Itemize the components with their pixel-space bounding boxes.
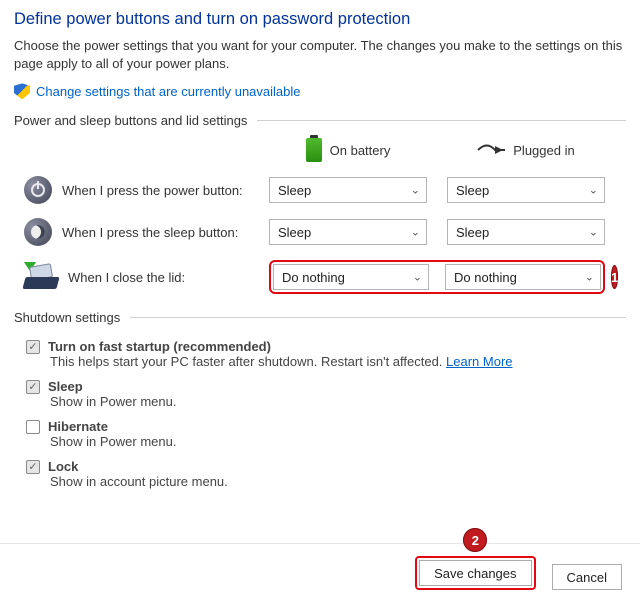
select-value: Sleep: [456, 183, 489, 198]
select-value: Do nothing: [454, 270, 517, 285]
chevron-down-icon: ⌄: [411, 184, 420, 197]
fast-startup-title: Turn on fast startup (recommended): [48, 339, 271, 354]
callout-2: 2: [463, 528, 487, 552]
close-lid-on-battery-select[interactable]: Do nothing ⌄: [273, 264, 429, 290]
change-settings-link-text: Change settings that are currently unava…: [36, 84, 301, 99]
plug-icon: [477, 143, 505, 157]
divider: [257, 120, 626, 121]
lock-desc: Show in account picture menu.: [50, 474, 626, 489]
chevron-down-icon: ⌄: [589, 226, 598, 239]
section-shutdown-header-label: Shutdown settings: [14, 310, 120, 325]
row-power-button-label: When I press the power button:: [14, 176, 269, 204]
option-lock: Lock Show in account picture menu.: [26, 459, 626, 489]
cancel-button[interactable]: Cancel: [552, 564, 622, 590]
row-close-lid-text: When I close the lid:: [68, 270, 185, 285]
lock-title: Lock: [48, 459, 78, 474]
power-button-icon: [24, 176, 52, 204]
fast-startup-desc: This helps start your PC faster after sh…: [50, 354, 626, 369]
column-on-battery-label: On battery: [330, 143, 391, 158]
chevron-down-icon: ⌄: [585, 271, 594, 284]
page-title: Define power buttons and turn on passwor…: [14, 10, 626, 29]
save-button[interactable]: Save changes: [419, 560, 531, 586]
lid-highlight-box: Do nothing ⌄ Do nothing ⌄: [269, 260, 605, 294]
sleep-button-on-battery-select[interactable]: Sleep ⌄: [269, 219, 427, 245]
section-power-header-label: Power and sleep buttons and lid settings: [14, 113, 247, 128]
shield-icon: [14, 83, 30, 99]
select-value: Sleep: [278, 183, 311, 198]
divider: [130, 317, 626, 318]
save-highlight-box: Save changes: [415, 556, 535, 590]
option-sleep: Sleep Show in Power menu.: [26, 379, 626, 409]
power-button-plugged-in-select[interactable]: Sleep ⌄: [447, 177, 605, 203]
row-sleep-button-text: When I press the sleep button:: [62, 225, 238, 240]
select-value: Sleep: [278, 225, 311, 240]
close-lid-icon: [24, 265, 58, 289]
chevron-down-icon: ⌄: [589, 184, 598, 197]
sleep-checkbox[interactable]: [26, 380, 40, 394]
sleep-title: Sleep: [48, 379, 83, 394]
select-value: Sleep: [456, 225, 489, 240]
lock-checkbox[interactable]: [26, 460, 40, 474]
callout-1: 1: [611, 265, 618, 289]
learn-more-link[interactable]: Learn More: [446, 354, 512, 369]
power-button-on-battery-select[interactable]: Sleep ⌄: [269, 177, 427, 203]
sleep-button-icon: [24, 218, 52, 246]
fast-startup-checkbox[interactable]: [26, 340, 40, 354]
sleep-desc: Show in Power menu.: [50, 394, 626, 409]
row-close-lid-label: When I close the lid:: [14, 265, 269, 289]
close-lid-plugged-in-select[interactable]: Do nothing ⌄: [445, 264, 601, 290]
change-settings-link[interactable]: Change settings that are currently unava…: [14, 83, 626, 99]
column-plugged-in-label: Plugged in: [513, 143, 574, 158]
chevron-down-icon: ⌄: [411, 226, 420, 239]
chevron-down-icon: ⌄: [413, 271, 422, 284]
row-power-button-text: When I press the power button:: [62, 183, 243, 198]
page-subtitle: Choose the power settings that you want …: [14, 37, 626, 73]
column-plugged-in: Plugged in: [447, 143, 605, 158]
section-power-header: Power and sleep buttons and lid settings: [14, 113, 626, 128]
hibernate-title: Hibernate: [48, 419, 108, 434]
hibernate-checkbox[interactable]: [26, 420, 40, 434]
select-value: Do nothing: [282, 270, 345, 285]
hibernate-desc: Show in Power menu.: [50, 434, 626, 449]
row-sleep-button-label: When I press the sleep button:: [14, 218, 269, 246]
option-fast-startup: Turn on fast startup (recommended) This …: [26, 339, 626, 369]
option-hibernate: Hibernate Show in Power menu.: [26, 419, 626, 449]
column-on-battery: On battery: [269, 138, 427, 162]
section-shutdown-header: Shutdown settings: [14, 310, 626, 325]
sleep-button-plugged-in-select[interactable]: Sleep ⌄: [447, 219, 605, 245]
battery-icon: [306, 138, 322, 162]
